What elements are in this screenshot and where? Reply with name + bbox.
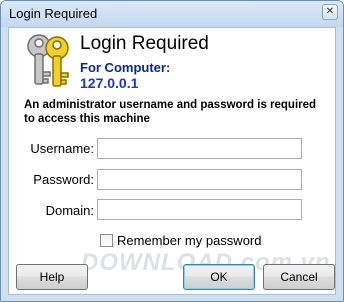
username-field[interactable] [97,138,302,159]
domain-field[interactable] [97,199,302,220]
close-button[interactable]: ✕ [322,4,338,20]
cancel-button[interactable]: Cancel [263,264,335,290]
username-label: Username: [30,141,94,156]
close-icon: ✕ [325,6,335,17]
domain-label: Domain: [45,203,94,218]
login-dialog: Login Required ✕ Login Required For Comp… [0,0,344,302]
remember-password-checkbox[interactable] [100,234,113,247]
keys-icon [27,34,69,87]
dialog-heading: Login Required [80,33,209,54]
window-title: Login Required [9,6,98,21]
ok-button[interactable]: OK [183,264,255,290]
title-bar[interactable]: Login Required ✕ [1,1,343,27]
computer-address: 127.0.0.1 [80,75,139,91]
remember-password-option[interactable]: Remember my password [100,233,262,248]
description-text: An administrator username and password i… [24,99,317,125]
password-field[interactable] [97,169,302,190]
password-label: Password: [33,172,94,187]
help-button[interactable]: Help [16,264,88,290]
remember-password-label: Remember my password [117,233,262,248]
for-computer-label: For Computer: [80,60,171,75]
